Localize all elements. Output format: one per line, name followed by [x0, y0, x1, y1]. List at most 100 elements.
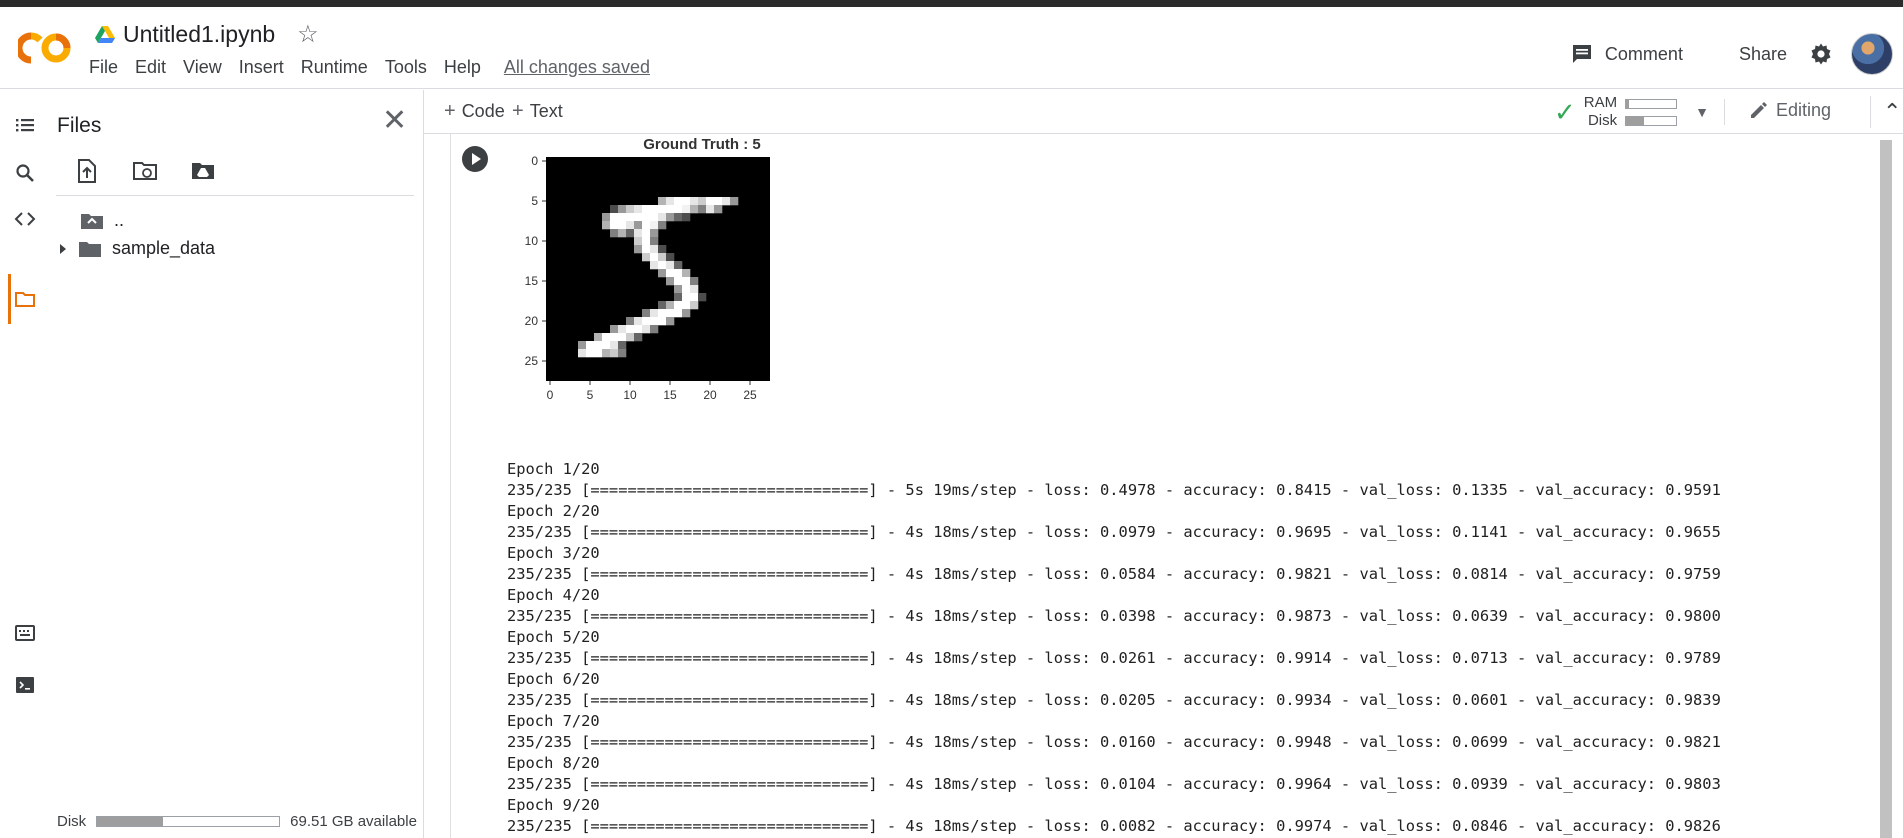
- star-icon[interactable]: ☆: [297, 22, 319, 47]
- add-code-button[interactable]: + Code: [444, 100, 505, 123]
- menu-tools[interactable]: Tools: [385, 57, 436, 78]
- digit-pixel: [666, 261, 675, 270]
- digit-pixel: [674, 277, 683, 286]
- save-status[interactable]: All changes saved: [504, 57, 659, 78]
- close-icon[interactable]: ✕: [382, 106, 407, 136]
- share-button[interactable]: Share: [1739, 44, 1787, 65]
- digit-pixel: [634, 317, 643, 326]
- digit-pixel: [642, 245, 651, 254]
- ram-label: RAM: [1583, 94, 1618, 111]
- menu-view[interactable]: View: [183, 57, 231, 78]
- x-tick-label: 20: [703, 388, 717, 402]
- gear-icon[interactable]: [1809, 42, 1833, 66]
- digit-pixel: [674, 293, 683, 302]
- ground-truth-figure: Ground Truth : 5 0 5 10 15 20 25 0 5 10 15 20 25: [525, 136, 770, 402]
- terminal-icon[interactable]: [14, 674, 36, 696]
- digit-pixel: [650, 221, 659, 230]
- training-log: Epoch 1/20 235/235 [=====================…: [507, 459, 1721, 837]
- digit-pixel: [586, 341, 595, 350]
- search-icon[interactable]: [14, 162, 36, 184]
- tree-item-label: ..: [114, 210, 125, 230]
- digit-pixel: [634, 205, 643, 214]
- mount-drive-icon[interactable]: [190, 158, 216, 184]
- add-text-button[interactable]: + Text: [512, 100, 563, 123]
- menu-file[interactable]: File: [89, 57, 127, 78]
- notebook-toolbar: + Code + Text ✓ RAM Disk ▼ Editing ⌃: [424, 90, 1903, 134]
- digit-pixel: [682, 301, 691, 310]
- digit-pixel: [642, 325, 651, 334]
- digit-pixel: [714, 205, 723, 214]
- digit-pixel: [730, 197, 739, 206]
- menu-insert[interactable]: Insert: [239, 57, 293, 78]
- digit-pixel: [658, 269, 667, 278]
- digit-pixel: [642, 317, 651, 326]
- digit-pixel: [690, 205, 699, 214]
- digit-pixel: [602, 333, 611, 342]
- digit-pixel: [650, 229, 659, 238]
- digit-pixel: [658, 197, 667, 206]
- chevron-right-icon[interactable]: [58, 243, 68, 255]
- digit-pixel: [650, 325, 659, 334]
- menu-edit[interactable]: Edit: [135, 57, 175, 78]
- pencil-icon: [1751, 101, 1767, 118]
- command-palette-icon[interactable]: [14, 622, 36, 644]
- digit-pixel: [650, 317, 659, 326]
- editing-mode-button[interactable]: Editing: [1748, 100, 1831, 121]
- digit-pixel: [666, 301, 675, 310]
- digit-pixel: [642, 237, 651, 246]
- upload-file-icon[interactable]: [74, 158, 100, 184]
- digit-pixel: [610, 213, 619, 222]
- tree-item-parent[interactable]: ..: [80, 210, 124, 231]
- progress-line: 235/235 [==============================]…: [507, 733, 1721, 751]
- y-tick-label: 25: [525, 354, 539, 368]
- chevron-down-icon[interactable]: ▼: [1695, 104, 1709, 120]
- run-cell-button[interactable]: [462, 146, 488, 172]
- refresh-folder-icon[interactable]: [132, 158, 158, 184]
- toc-icon[interactable]: [14, 114, 36, 136]
- digit-pixel: [618, 221, 627, 230]
- progress-line: 235/235 [==============================]…: [507, 607, 1721, 625]
- digit-pixel: [618, 333, 627, 342]
- epoch-line: Epoch 3/20: [507, 544, 600, 562]
- progress-line: 235/235 [==============================]…: [507, 649, 1721, 667]
- menu-help[interactable]: Help: [444, 57, 490, 78]
- resources-indicator[interactable]: ✓ RAM Disk ▼: [1554, 94, 1709, 130]
- digit-pixel: [666, 277, 675, 286]
- epoch-line: Epoch 9/20: [507, 796, 600, 814]
- folder-icon[interactable]: [14, 288, 36, 310]
- resource-bars: [1625, 98, 1678, 126]
- colab-logo-icon[interactable]: [18, 31, 72, 65]
- progress-line: 235/235 [==============================]…: [507, 481, 1721, 499]
- tree-item-sample-data[interactable]: sample_data: [58, 238, 215, 259]
- digit-pixel: [682, 309, 691, 318]
- scrollbar[interactable]: [1880, 140, 1892, 838]
- progress-line: 235/235 [==============================]…: [507, 817, 1721, 835]
- y-tick-label: 15: [525, 274, 539, 288]
- digit-pixel: [650, 261, 659, 270]
- x-tick-label: 5: [587, 388, 594, 402]
- disk-bar: [1625, 115, 1678, 126]
- digit-pixel: [634, 237, 643, 246]
- drive-icon[interactable]: [95, 25, 115, 44]
- window-top-border: [0, 0, 1903, 7]
- digit-pixel: [602, 349, 611, 358]
- digit-pixel: [666, 309, 675, 318]
- epoch-line: Epoch 6/20: [507, 670, 600, 688]
- avatar[interactable]: [1851, 33, 1893, 75]
- code-snippets-icon[interactable]: [14, 208, 36, 230]
- digit-pixel: [714, 197, 723, 206]
- digit-pixel: [682, 197, 691, 206]
- digit-pixel: [626, 205, 635, 214]
- comment-button[interactable]: Comment: [1571, 43, 1683, 65]
- y-tick-label: 0: [531, 154, 538, 168]
- digit-pixel: [666, 269, 675, 278]
- digit-pixel: [690, 285, 699, 294]
- notebook-title[interactable]: Untitled1.ipynb: [123, 21, 275, 48]
- digit-pixel: [602, 213, 611, 222]
- digit-pixel: [650, 309, 659, 318]
- digit-pixel: [698, 197, 707, 206]
- header: Untitled1.ipynb ☆ File Edit View Insert …: [0, 7, 1903, 89]
- collapse-header-icon[interactable]: ⌃: [1870, 96, 1901, 128]
- menu-runtime[interactable]: Runtime: [301, 57, 377, 78]
- progress-line: 235/235 [==============================]…: [507, 523, 1721, 541]
